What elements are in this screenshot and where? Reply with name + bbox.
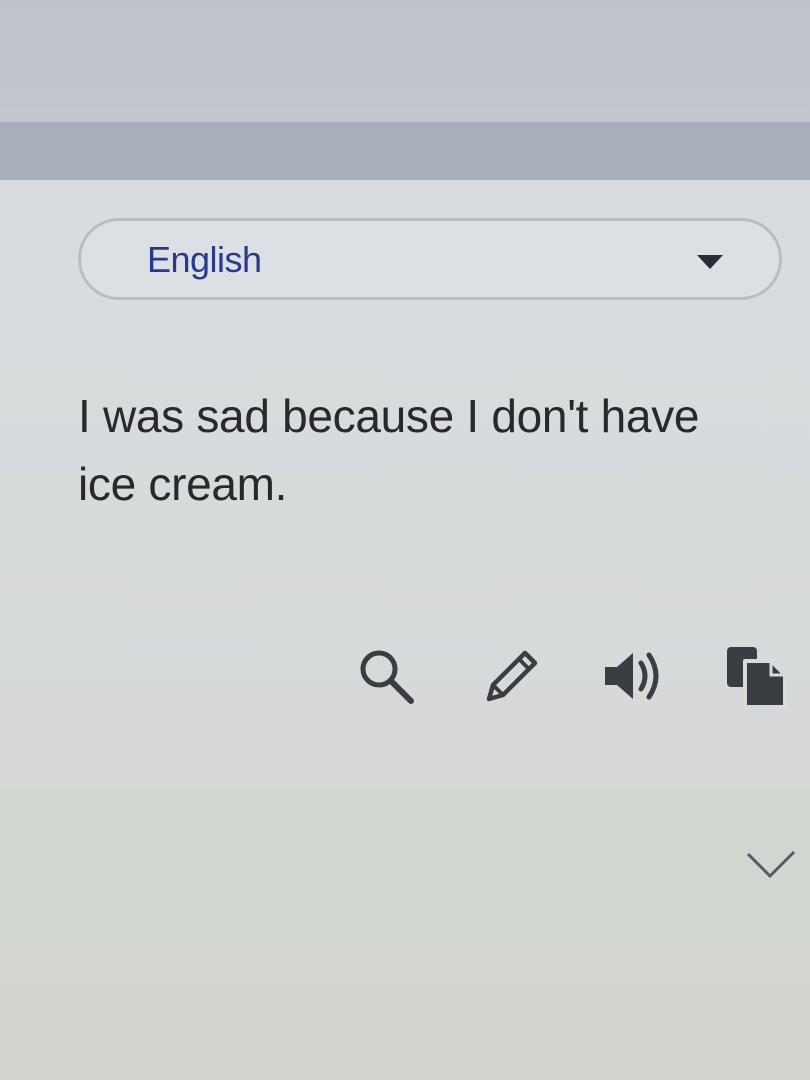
result-text: I was sad because I don't have ice cream… (78, 390, 700, 510)
lower-area (0, 790, 810, 1080)
search-icon (360, 650, 414, 704)
dropdown-triangle-icon (697, 255, 723, 269)
language-select[interactable]: English (78, 218, 782, 300)
pencil-icon (486, 650, 538, 702)
search-button[interactable] (350, 640, 422, 712)
speaker-icon (605, 652, 659, 700)
edit-button[interactable] (476, 640, 548, 712)
listen-button[interactable] (596, 640, 668, 712)
header-band (0, 122, 810, 180)
copy-button[interactable] (722, 640, 794, 712)
expand-button[interactable] (740, 838, 800, 888)
top-bar (0, 0, 810, 122)
language-select-value: English (147, 239, 262, 280)
chevron-down-icon (746, 850, 796, 879)
copy-icon (727, 647, 787, 709)
